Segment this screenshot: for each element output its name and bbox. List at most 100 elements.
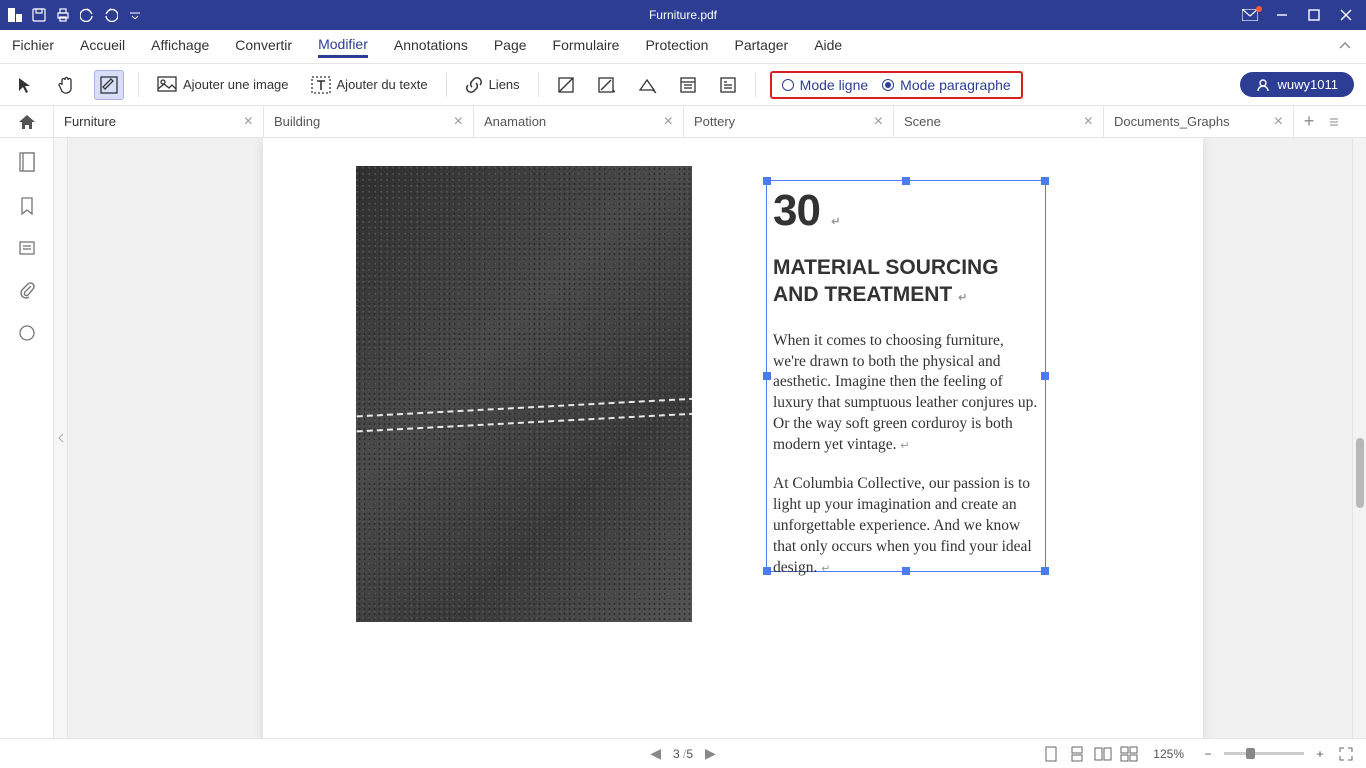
user-account-button[interactable]: wuwy1011: [1240, 72, 1354, 97]
workspace: 30 ↵ MATERIAL SOURCING AND TREATMENT ↵ W…: [0, 138, 1366, 738]
pdf-page: 30 ↵ MATERIAL SOURCING AND TREATMENT ↵ W…: [263, 138, 1203, 738]
tab-furniture[interactable]: Furniture×: [54, 106, 264, 137]
two-page-continuous-icon[interactable]: [1119, 744, 1139, 764]
tab-building[interactable]: Building×: [264, 106, 474, 137]
links-button[interactable]: Liens: [461, 72, 524, 98]
thumbnails-icon[interactable]: [18, 152, 36, 175]
resize-handle[interactable]: [1041, 372, 1049, 380]
mode-paragraph-radio[interactable]: Mode paragraphe: [882, 77, 1011, 93]
menu-formulaire[interactable]: Formulaire: [553, 37, 620, 56]
search-panel-icon[interactable]: [18, 324, 36, 345]
resize-handle[interactable]: [763, 372, 771, 380]
mail-icon[interactable]: [1236, 4, 1264, 26]
vertical-scrollbar[interactable]: [1352, 138, 1366, 738]
current-page[interactable]: 3: [673, 747, 680, 761]
two-page-view-icon[interactable]: [1093, 744, 1113, 764]
window-controls: [1236, 4, 1366, 26]
hand-tool-icon[interactable]: [52, 71, 80, 99]
tab-close-icon[interactable]: ×: [454, 114, 463, 130]
menu-affichage[interactable]: Affichage: [151, 37, 209, 56]
zoom-in-button[interactable]: +: [1310, 744, 1330, 764]
add-text-label: Ajouter du texte: [337, 77, 428, 92]
single-page-view-icon[interactable]: [1041, 744, 1061, 764]
tabs-overflow-icon[interactable]: [1324, 106, 1344, 137]
resize-handle[interactable]: [1041, 177, 1049, 185]
menu-protection[interactable]: Protection: [645, 37, 708, 56]
zoom-slider[interactable]: [1224, 752, 1304, 755]
radio-icon: [782, 79, 794, 91]
resize-handle[interactable]: [902, 177, 910, 185]
scrollbar-thumb[interactable]: [1356, 438, 1364, 508]
menu-fichier[interactable]: Fichier: [12, 37, 54, 56]
resize-handle[interactable]: [1041, 567, 1049, 575]
image-icon: [157, 76, 177, 94]
zoom-level[interactable]: 125%: [1153, 747, 1184, 761]
print-icon[interactable]: [52, 4, 74, 26]
minimize-button[interactable]: [1268, 4, 1296, 26]
title-bar: Furniture.pdf: [0, 0, 1366, 30]
edit-mode-group: Mode ligne Mode paragraphe: [770, 71, 1023, 99]
mode-line-label: Mode ligne: [800, 77, 869, 93]
resize-handle[interactable]: [763, 567, 771, 575]
add-text-button[interactable]: Ajouter du texte: [307, 72, 432, 98]
tab-close-icon[interactable]: ×: [874, 114, 883, 130]
prev-page-button[interactable]: ◀: [650, 745, 661, 762]
tab-label: Scene: [904, 114, 941, 129]
zoom-out-button[interactable]: −: [1198, 744, 1218, 764]
collapse-sidebar-button[interactable]: [54, 138, 68, 738]
menu-modifier[interactable]: Modifier: [318, 36, 368, 58]
tab-close-icon[interactable]: ×: [1084, 114, 1093, 130]
menu-accueil[interactable]: Accueil: [80, 37, 125, 56]
pilcrow-icon: ↵: [831, 216, 839, 228]
bookmarks-icon[interactable]: [19, 197, 35, 218]
fit-page-icon[interactable]: [1336, 744, 1356, 764]
watermark-tool-icon[interactable]: [593, 72, 619, 98]
close-button[interactable]: [1332, 4, 1360, 26]
tab-anamation[interactable]: Anamation×: [474, 106, 684, 137]
header-footer-tool-icon[interactable]: [675, 72, 701, 98]
tab-documents-graphs[interactable]: Documents_Graphs ×: [1104, 106, 1294, 137]
tab-label: Documents_Graphs: [1114, 114, 1230, 129]
user-name-label: wuwy1011: [1278, 77, 1338, 92]
maximize-button[interactable]: [1300, 4, 1328, 26]
undo-icon[interactable]: [76, 4, 98, 26]
menu-annotations[interactable]: Annotations: [394, 37, 468, 56]
menu-partager[interactable]: Partager: [734, 37, 788, 56]
text-icon: [311, 76, 331, 94]
new-tab-button[interactable]: +: [1294, 106, 1324, 137]
tab-close-icon[interactable]: ×: [664, 114, 673, 130]
menu-page[interactable]: Page: [494, 37, 527, 56]
collapse-ribbon-icon[interactable]: [1338, 39, 1352, 54]
tab-pottery[interactable]: Pottery×: [684, 106, 894, 137]
app-logo-icon[interactable]: [4, 4, 26, 26]
edit-tool-icon[interactable]: [94, 70, 124, 100]
window-title: Furniture.pdf: [649, 8, 717, 22]
home-tab[interactable]: [0, 106, 54, 137]
notification-dot: [1256, 6, 1262, 12]
redo-icon[interactable]: [100, 4, 122, 26]
menu-aide[interactable]: Aide: [814, 37, 842, 56]
zoom-slider-thumb[interactable]: [1246, 748, 1255, 759]
continuous-view-icon[interactable]: [1067, 744, 1087, 764]
text-content[interactable]: 30 ↵ MATERIAL SOURCING AND TREATMENT ↵ W…: [773, 186, 1039, 579]
add-image-button[interactable]: Ajouter une image: [153, 72, 293, 98]
resize-handle[interactable]: [763, 177, 771, 185]
tab-close-icon[interactable]: ×: [244, 114, 253, 130]
tab-close-icon[interactable]: ×: [1274, 114, 1283, 130]
tab-scene[interactable]: Scene ×: [894, 106, 1104, 137]
background-tool-icon[interactable]: [633, 72, 661, 98]
next-page-button[interactable]: ▶: [705, 745, 716, 762]
save-icon[interactable]: [28, 4, 50, 26]
comments-icon[interactable]: [18, 240, 36, 259]
attachments-icon[interactable]: [19, 281, 35, 302]
separator: [138, 73, 139, 97]
select-tool-icon[interactable]: [12, 72, 38, 98]
mode-line-radio[interactable]: Mode ligne: [782, 77, 869, 93]
menu-convertir[interactable]: Convertir: [235, 37, 292, 56]
links-label: Liens: [489, 77, 520, 92]
document-canvas[interactable]: 30 ↵ MATERIAL SOURCING AND TREATMENT ↵ W…: [68, 138, 1366, 738]
quick-dropdown-icon[interactable]: [124, 4, 146, 26]
separator: [538, 73, 539, 97]
crop-tool-icon[interactable]: [553, 72, 579, 98]
bates-number-tool-icon[interactable]: [715, 72, 741, 98]
